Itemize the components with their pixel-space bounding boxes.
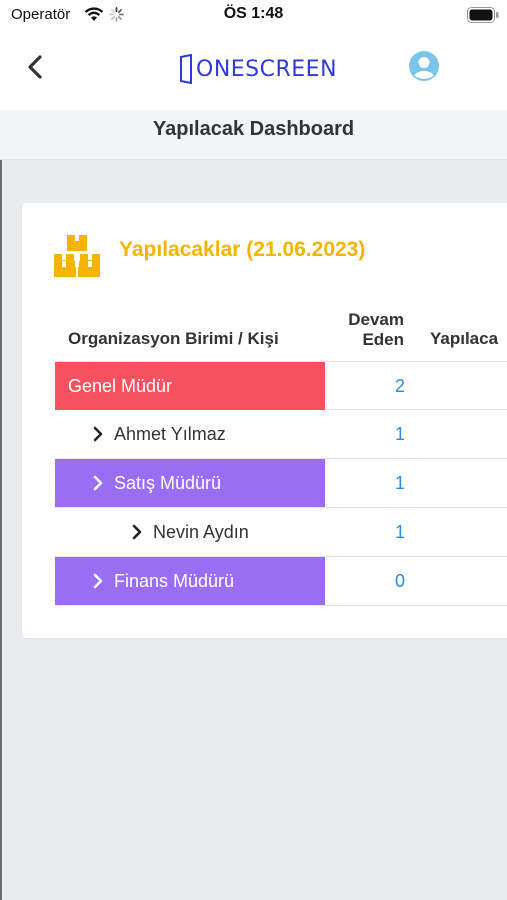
person-cell[interactable]: Ahmet Yılmaz — [55, 410, 325, 458]
onescreen-logo: ONESCREEN — [179, 52, 337, 86]
back-chevron-icon[interactable] — [20, 50, 50, 84]
org-unit-cell[interactable]: Finans Müdürü — [55, 557, 325, 605]
todo-card: Yapılacaklar (21.06.2023) Organizasyon B… — [22, 203, 507, 638]
value-text: 1 — [394, 423, 405, 444]
table-row[interactable]: Ahmet Yılmaz 1 — [55, 410, 507, 459]
logo-text: ONESCREEN — [196, 56, 338, 82]
column-header-yapilacak: Yapılaca — [430, 329, 499, 348]
devam-eden-value[interactable]: 1 — [325, 410, 405, 458]
value-text: 1 — [394, 472, 405, 493]
nav-bar: ONESCREEN — [0, 30, 507, 110]
devam-eden-value[interactable]: 1 — [325, 459, 405, 507]
chevron-right-icon — [93, 426, 103, 442]
value-text: 0 — [394, 570, 405, 591]
devam-eden-value[interactable]: 2 — [325, 362, 405, 410]
table-row[interactable]: Genel Müdür 2 — [55, 361, 507, 410]
column-header-devam-line2: Eden — [362, 330, 404, 349]
row-name: Genel Müdür — [68, 375, 173, 396]
org-unit-cell[interactable]: Satış Müdürü — [55, 459, 325, 507]
row-name: Ahmet Yılmaz — [114, 423, 226, 444]
battery-icon — [467, 7, 499, 23]
person-cell[interactable]: Nevin Aydın — [55, 508, 325, 556]
card-title: Yapılacaklar (21.06.2023) — [119, 238, 366, 261]
chevron-right-icon — [93, 573, 103, 589]
chevron-right-icon — [132, 524, 142, 540]
page-title: Yapılacak Dashboard — [152, 118, 355, 140]
row-name: Finans Müdürü — [114, 570, 235, 591]
boxes-icon — [54, 235, 100, 277]
column-header-org: Organizasyon Birimi / Kişi — [68, 329, 279, 348]
value-text: 1 — [394, 521, 405, 542]
value-text: 2 — [394, 375, 405, 396]
devam-eden-value[interactable]: 0 — [325, 557, 405, 605]
title-bar: Yapılacak Dashboard — [0, 110, 507, 160]
row-name: Satış Müdürü — [114, 472, 222, 493]
column-header-devam-line1: Devam — [348, 310, 404, 329]
table-row[interactable]: Nevin Aydın 1 — [55, 508, 507, 557]
table-row[interactable]: Satış Müdürü 1 — [55, 459, 507, 508]
logo-mark-icon — [180, 54, 192, 84]
devam-eden-value[interactable]: 1 — [325, 508, 405, 556]
table-row[interactable]: Finans Müdürü 0 — [55, 557, 507, 606]
row-name: Nevin Aydın — [153, 521, 249, 542]
status-bar: Operatör ÖS 1:48 — [0, 0, 507, 30]
chevron-right-icon — [93, 475, 103, 491]
column-header-devam-eden: Devam Eden — [322, 310, 404, 350]
user-avatar-icon[interactable] — [408, 50, 440, 82]
clock-time: ÖS 1:48 — [223, 5, 284, 22]
org-unit-cell[interactable]: Genel Müdür — [55, 362, 325, 410]
